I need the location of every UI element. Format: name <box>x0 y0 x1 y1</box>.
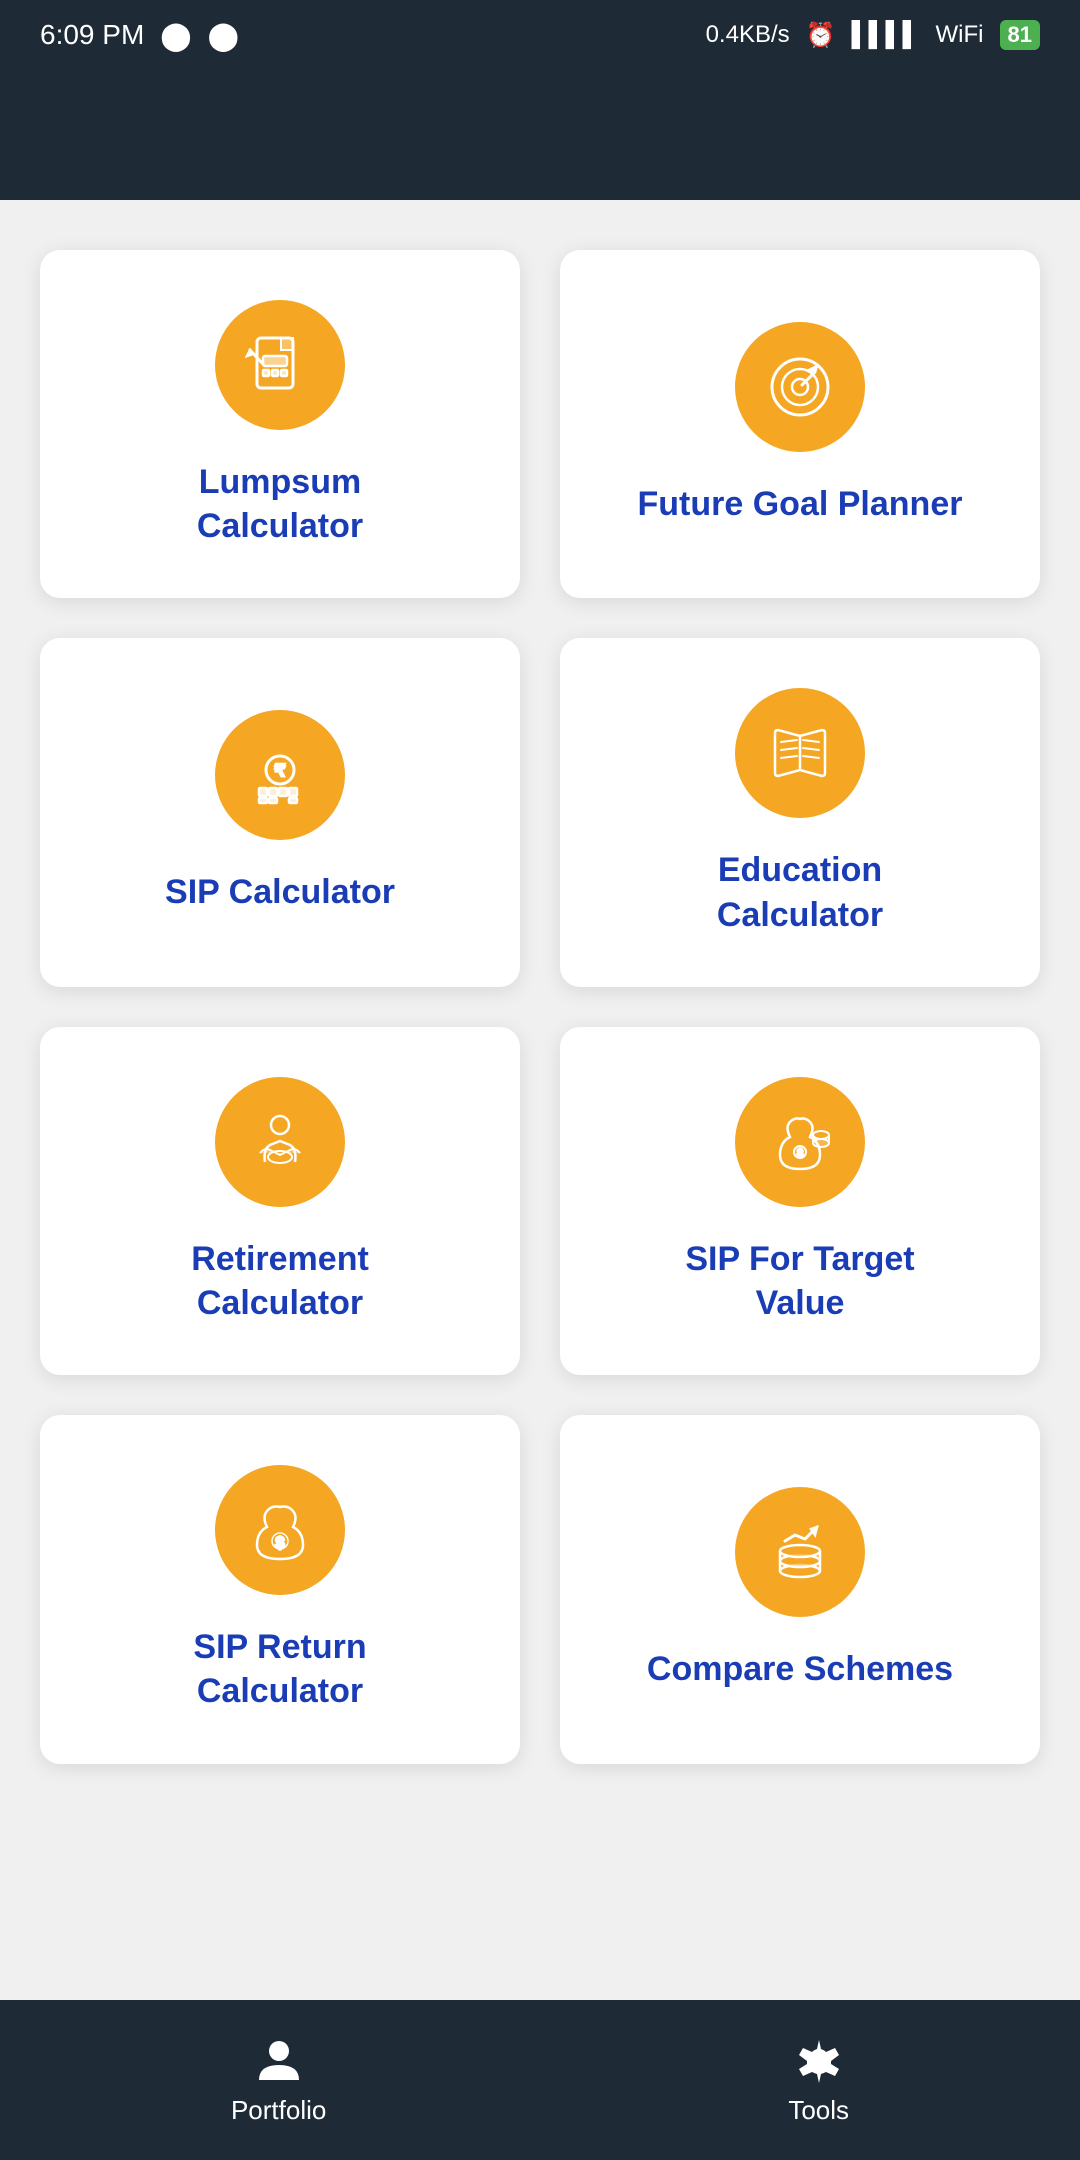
sip-target-value-card[interactable]: $ SIP For TargetValue <box>560 1027 1040 1375</box>
future-goal-planner-card[interactable]: Future Goal Planner <box>560 250 1040 598</box>
dot-icon-2: ⬤ <box>208 19 239 52</box>
future-goal-planner-label: Future Goal Planner <box>638 482 963 526</box>
sip-target-icon: $ <box>765 1107 835 1177</box>
retirement-icon-circle <box>215 1077 345 1207</box>
education-calculator-label: EducationCalculator <box>717 848 883 936</box>
cards-grid: LumpsumCalculator Future Goal Planner <box>40 250 1040 1764</box>
time: 6:09 PM <box>40 19 144 51</box>
education-icon-circle <box>735 688 865 818</box>
compare-icon-circle <box>735 1487 865 1617</box>
lumpsum-icon-circle <box>215 300 345 430</box>
status-bar: 6:09 PM ⬤ ⬤ 0.4KB/s ⏰ ▌▌▌▌ WiFi 81 <box>0 0 1080 70</box>
sip-return-icon: $ <box>245 1495 315 1565</box>
main-content: LumpsumCalculator Future Goal Planner <box>0 200 1080 2000</box>
lumpsum-calculator-label: LumpsumCalculator <box>197 460 363 548</box>
nav-portfolio[interactable]: Portfolio <box>231 2035 326 2126</box>
network-speed: 0.4KB/s <box>706 21 790 49</box>
compare-schemes-label: Compare Schemes <box>647 1647 953 1691</box>
svg-text:$: $ <box>797 1148 803 1159</box>
status-left: 6:09 PM ⬤ ⬤ <box>40 19 239 52</box>
sip-return-calculator-card[interactable]: $ SIP ReturnCalculator <box>40 1415 520 1763</box>
sip-return-calculator-label: SIP ReturnCalculator <box>193 1625 366 1713</box>
target-icon <box>765 352 835 422</box>
wifi-icon: WiFi <box>936 21 984 49</box>
battery-icon: 81 <box>1000 20 1040 50</box>
retirement-calculator-card[interactable]: RetirementCalculator <box>40 1027 520 1375</box>
alarm-icon: ⏰ <box>806 21 836 50</box>
sip-return-icon-circle: $ <box>215 1465 345 1595</box>
future-goal-icon-circle <box>735 322 865 452</box>
nav-portfolio-label: Portfolio <box>231 2095 326 2126</box>
calculator-icon <box>245 330 315 400</box>
sip-calculator-card[interactable]: ₹ SIP Calculator <box>40 638 520 986</box>
sip-target-value-label: SIP For TargetValue <box>685 1237 914 1325</box>
education-calculator-card[interactable]: EducationCalculator <box>560 638 1040 986</box>
sip-calculator-label: SIP Calculator <box>165 870 395 914</box>
status-right: 0.4KB/s ⏰ ▌▌▌▌ WiFi 81 <box>706 20 1040 50</box>
nav-tools[interactable]: Tools <box>788 2035 849 2126</box>
nav-tools-label: Tools <box>788 2095 849 2126</box>
person-icon <box>254 2035 304 2085</box>
svg-text:₹: ₹ <box>275 763 285 780</box>
dot-icon: ⬤ <box>160 19 191 52</box>
sip-target-icon-circle: $ <box>735 1077 865 1207</box>
lumpsum-calculator-card[interactable]: LumpsumCalculator <box>40 250 520 598</box>
retirement-calculator-label: RetirementCalculator <box>191 1237 369 1325</box>
sip-icon-circle: ₹ <box>215 710 345 840</box>
header <box>0 70 1080 200</box>
compare-icon <box>765 1517 835 1587</box>
signal-icon: ▌▌▌▌ <box>852 21 920 49</box>
bottom-nav: Portfolio Tools <box>0 2000 1080 2160</box>
gear-icon <box>794 2035 844 2085</box>
compare-schemes-card[interactable]: Compare Schemes <box>560 1415 1040 1763</box>
retirement-icon <box>245 1107 315 1177</box>
sip-icon: ₹ <box>245 740 315 810</box>
education-icon <box>765 718 835 788</box>
